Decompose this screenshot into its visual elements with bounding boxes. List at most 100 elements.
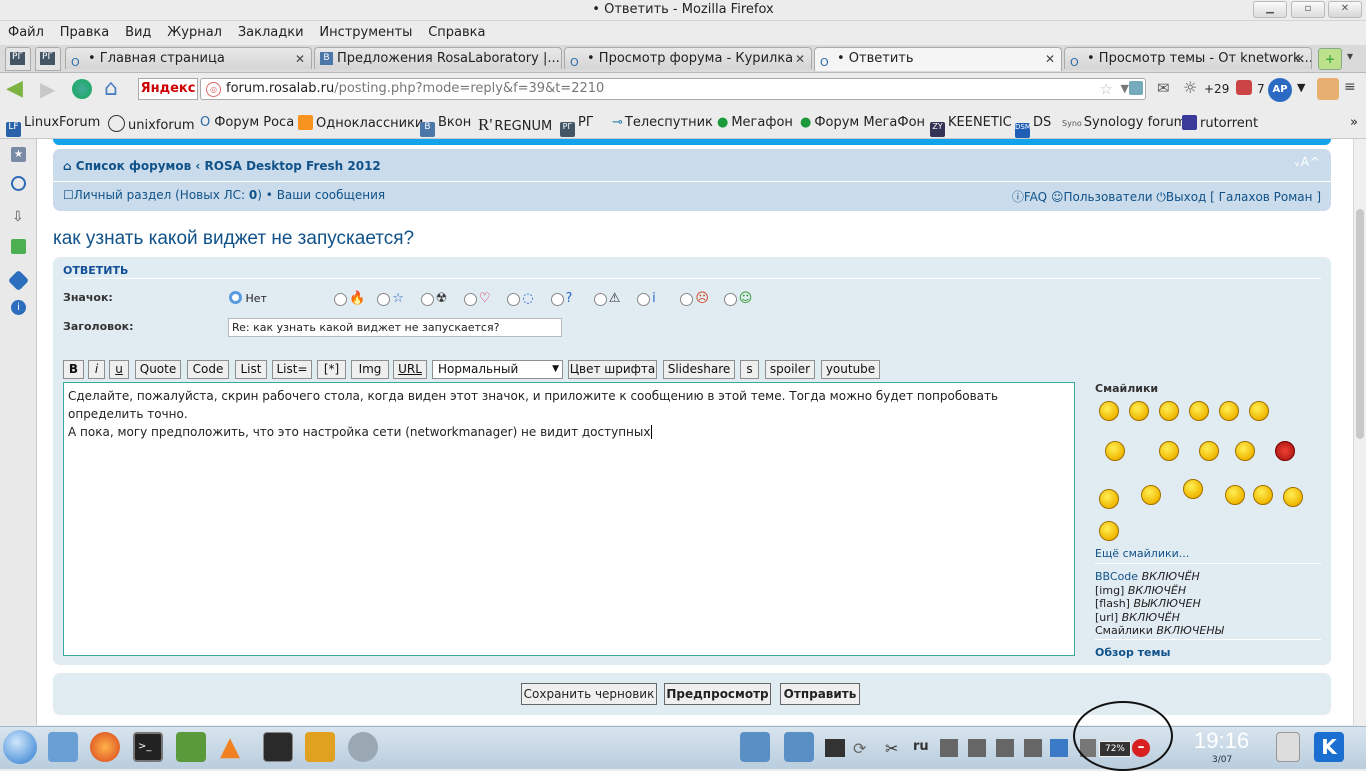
addon-icon[interactable] [72, 79, 92, 99]
list-ordered-button[interactable]: List= [272, 360, 312, 379]
mail-icon[interactable]: ✉ [1157, 79, 1170, 97]
code-button[interactable]: Code [187, 360, 229, 379]
icon-radio-7[interactable] [593, 293, 607, 306]
spoiler-button[interactable]: spoiler [765, 360, 815, 379]
star-bookmark-icon[interactable]: ☆ [1100, 79, 1113, 99]
menu-edit[interactable]: Правка [60, 22, 109, 44]
menu-file[interactable]: Файл [8, 22, 44, 44]
list-button[interactable]: List [235, 360, 267, 379]
close-tab-icon[interactable]: ✕ [795, 48, 805, 69]
bookmark-rosa-forum[interactable]: O Форум Роса [200, 115, 294, 130]
youtube-button[interactable]: youtube [821, 360, 880, 379]
bookmark-odnoklassniki[interactable]: Одноклассники [298, 115, 423, 131]
settings-icon[interactable] [7, 269, 30, 292]
menu-help[interactable]: Справка [428, 22, 485, 44]
icon-radio-none[interactable] [229, 291, 242, 304]
media-player-icon[interactable] [176, 732, 206, 762]
font-color-button[interactable]: Цвет шрифта [568, 360, 657, 379]
img-button[interactable]: Img [351, 360, 389, 379]
vlc-icon[interactable]: ▲ [220, 732, 250, 762]
info-icon[interactable]: i [11, 300, 26, 315]
bookmark-unixforum[interactable]: unixforum [108, 115, 195, 133]
more-bookmarks-icon[interactable]: » [1350, 115, 1358, 130]
bookmarks-star-icon[interactable]: ★ [11, 147, 26, 162]
save-draft-button[interactable]: Сохранить черновик [521, 683, 657, 705]
bookmark-synology[interactable]: Syno Synology forum [1062, 115, 1186, 130]
pinned-tab-rg-1[interactable]: РГ [5, 47, 31, 71]
close-tab-icon[interactable]: ✕ [1045, 48, 1055, 70]
notifications-icon[interactable] [1236, 80, 1252, 95]
terminal-icon[interactable]: >_ [133, 732, 163, 762]
new-tab-button[interactable]: + [1318, 48, 1342, 70]
sync-icon[interactable]: ⟳ [853, 739, 873, 758]
list-item-button[interactable]: [*] [317, 360, 346, 379]
tab-list-icon[interactable]: ▾ [1347, 49, 1353, 63]
system-monitor-icon[interactable] [263, 732, 293, 762]
yandex-search-button[interactable]: Яндекс [138, 78, 198, 100]
site-identity-icon[interactable]: ◎ [206, 82, 221, 97]
bookmark-ds[interactable]: DSM DS [1015, 115, 1051, 138]
pinned-tab-rg-2[interactable]: РГ [35, 47, 61, 71]
more-smilies-link[interactable]: Ещё смайлики... [1095, 547, 1189, 560]
smiley-icon[interactable] [1129, 401, 1149, 421]
network-icon-4[interactable] [1024, 739, 1042, 757]
users-link[interactable]: Пользователи [1063, 190, 1152, 204]
icon-radio-5[interactable] [507, 293, 521, 306]
menu-history[interactable]: Журнал [167, 22, 222, 44]
bookmark-rutorrent[interactable]: rutorrent [1182, 115, 1258, 131]
menu-tools[interactable]: Инструменты [319, 22, 412, 44]
icon-radio-9[interactable] [680, 293, 694, 306]
home-icon[interactable]: ⌂ [104, 76, 118, 101]
font-size-control[interactable]: ᵥA^ [1295, 155, 1321, 169]
topic-review-link[interactable]: Обзор темы [1095, 646, 1170, 659]
scrollbar-thumb[interactable] [1356, 209, 1364, 439]
menu-view[interactable]: Вид [125, 22, 151, 44]
bookmark-linuxforum[interactable]: LF LinuxForum [6, 115, 100, 137]
smiley-icon[interactable] [1253, 485, 1273, 505]
menu-icon[interactable]: ≡ [1344, 79, 1356, 95]
minimize-button[interactable]: ▁ [1253, 1, 1287, 18]
desktop-1-icon[interactable] [740, 732, 770, 762]
font-size-select[interactable]: Нормальный ▼ [432, 360, 563, 379]
addon-dropdown-icon[interactable]: ▼ [1297, 81, 1305, 94]
kde-icon[interactable]: K [1314, 732, 1344, 762]
url-bar[interactable]: ◎ forum.rosalab.ru/posting.php?mode=repl… [200, 78, 1146, 100]
network-tool-icon[interactable] [305, 732, 335, 762]
bookmark-megafon-forum[interactable]: ● Форум МегаФон [800, 115, 925, 130]
smiley-icon[interactable] [1225, 485, 1245, 505]
icon-radio-3[interactable] [420, 293, 434, 306]
history-clock-icon[interactable] [11, 176, 26, 191]
icon-radio-1[interactable] [334, 293, 347, 306]
start-menu-icon[interactable] [3, 730, 37, 764]
underline-button[interactable]: u [109, 360, 129, 379]
icon-radio-2[interactable] [377, 293, 391, 306]
status-name[interactable]: BBCode [1095, 570, 1138, 583]
smiley-icon[interactable] [1105, 441, 1125, 461]
smiley-icon[interactable] [1199, 441, 1219, 461]
url-button[interactable]: URL [393, 360, 427, 379]
private-messages-link[interactable]: Личный раздел (Новых ЛС: [74, 188, 249, 202]
bookmark-regnum[interactable]: R' REGNUM [478, 115, 552, 135]
preview-button[interactable]: Предпросмотр [664, 683, 771, 705]
tab-reply[interactable]: O • Ответить ✕ [814, 47, 1062, 71]
dropdown-icon[interactable]: ▼ [1121, 79, 1129, 99]
desktop-2-icon[interactable] [784, 732, 814, 762]
weather-sun-icon[interactable]: ☼ [1183, 78, 1197, 97]
icon-radio-4[interactable] [463, 293, 477, 306]
tab-main-page[interactable]: O • Главная страница ✕ [65, 47, 312, 69]
tab-forum-smoking[interactable]: O • Просмотр форума - Курилка ✕ [564, 47, 812, 69]
reload-icon[interactable] [1129, 81, 1143, 95]
submit-button[interactable]: Отправить [780, 683, 860, 705]
settings-gear-icon[interactable] [348, 732, 378, 762]
trash-icon[interactable] [1276, 732, 1300, 762]
smiley-icon[interactable] [1249, 401, 1269, 421]
smiley-icon[interactable] [1099, 489, 1119, 509]
smiley-icon[interactable] [1099, 521, 1119, 541]
close-tab-icon[interactable]: ✕ [1295, 48, 1305, 69]
smiley-icon[interactable] [1159, 441, 1179, 461]
smiley-icon[interactable] [1099, 401, 1119, 421]
scissors-icon[interactable]: ✂ [885, 739, 905, 758]
network-icon-3[interactable] [996, 739, 1014, 757]
screen-icon[interactable] [825, 739, 845, 757]
breadcrumb-forum-link[interactable]: ROSA Desktop Fresh 2012 [205, 159, 381, 173]
